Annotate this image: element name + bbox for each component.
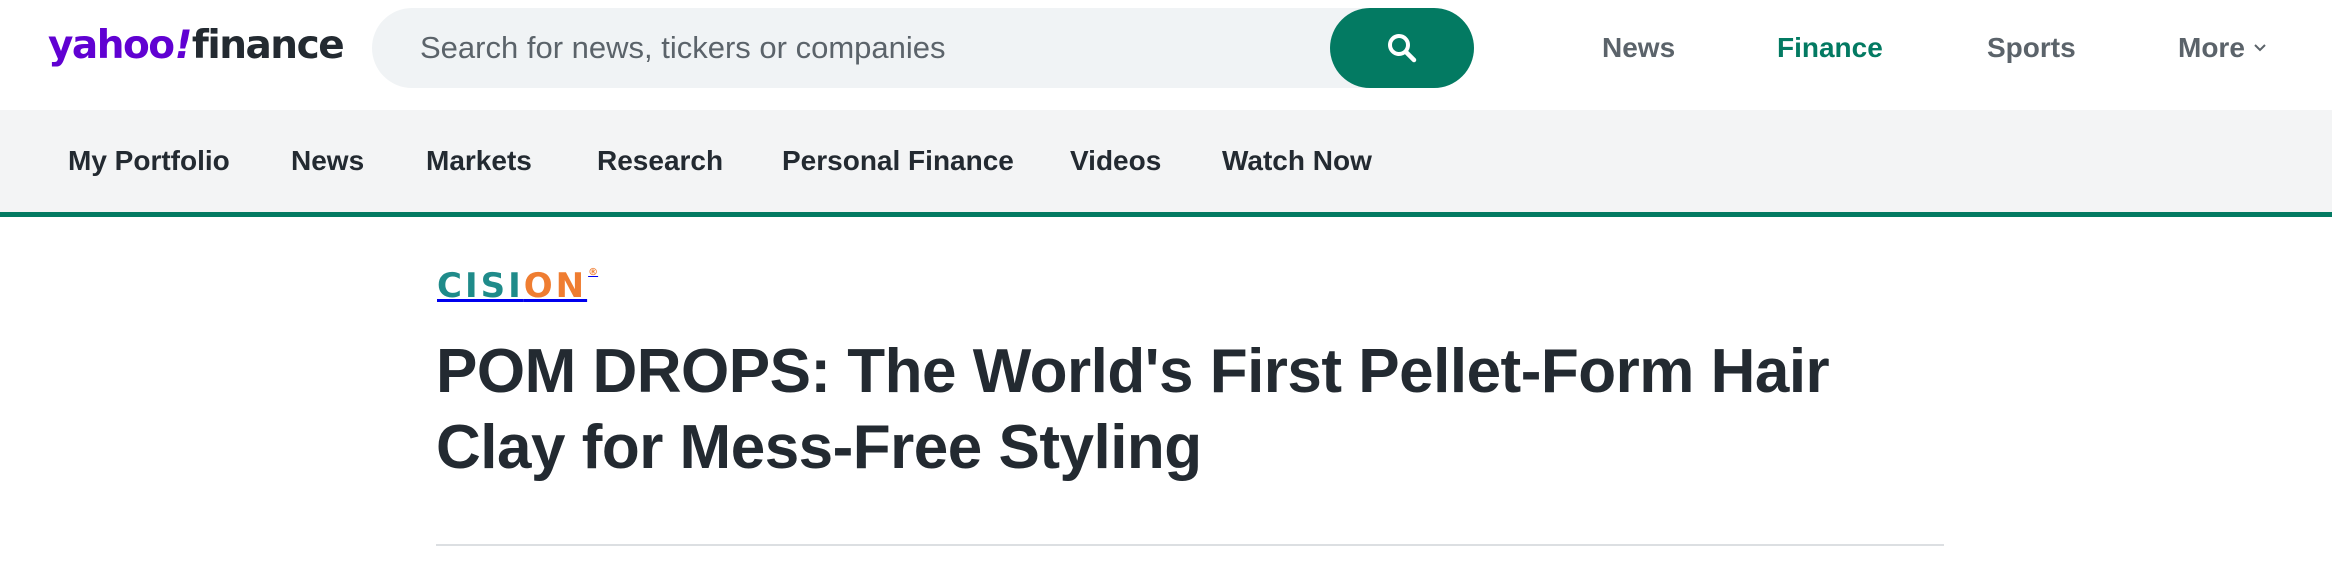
- search-icon: [1388, 34, 1417, 63]
- cision-logo-part1: CISI: [437, 266, 524, 306]
- top-nav-news[interactable]: News: [1602, 24, 1675, 72]
- subnav-item-research[interactable]: Research: [597, 110, 723, 212]
- logo-bang-text: !: [174, 23, 193, 68]
- article-headline: POM DROPS: The World's First Pellet-Form…: [436, 337, 1830, 482]
- search-bar: [372, 8, 1474, 88]
- cision-source-logo[interactable]: CISI ON ®: [437, 266, 598, 306]
- subnav-accent-rule: [0, 212, 2332, 217]
- logo-yahoo-text: yahoo: [48, 23, 175, 68]
- top-nav-more[interactable]: More: [2178, 24, 2267, 72]
- subnav-item-watch-now[interactable]: Watch Now: [1222, 110, 1372, 212]
- subnav-item-videos[interactable]: Videos: [1070, 110, 1161, 212]
- top-nav-finance[interactable]: Finance: [1777, 24, 1883, 72]
- cision-logo-trademark: ®: [588, 267, 599, 278]
- top-header: yahoo ! finance News Finance Sports More: [0, 0, 2332, 110]
- search-input[interactable]: [420, 8, 1320, 88]
- subnav-item-news[interactable]: News: [291, 110, 364, 212]
- yahoo-finance-logo[interactable]: yahoo ! finance: [48, 23, 345, 68]
- subnav-item-markets[interactable]: Markets: [426, 110, 532, 212]
- subnav-item-my-portfolio[interactable]: My Portfolio: [68, 110, 230, 212]
- chevron-down-icon: [2254, 44, 2266, 52]
- logo-finance-text: finance: [191, 23, 345, 68]
- subnav-item-personal-finance[interactable]: Personal Finance: [782, 110, 1014, 212]
- top-nav-sports[interactable]: Sports: [1987, 24, 2076, 72]
- top-nav-more-label: More: [2178, 32, 2245, 63]
- headline-divider: [436, 544, 1944, 546]
- finance-subnav: My Portfolio News Markets Research Perso…: [0, 110, 2332, 212]
- search-button[interactable]: [1330, 8, 1474, 88]
- cision-logo-part2: ON: [523, 266, 588, 306]
